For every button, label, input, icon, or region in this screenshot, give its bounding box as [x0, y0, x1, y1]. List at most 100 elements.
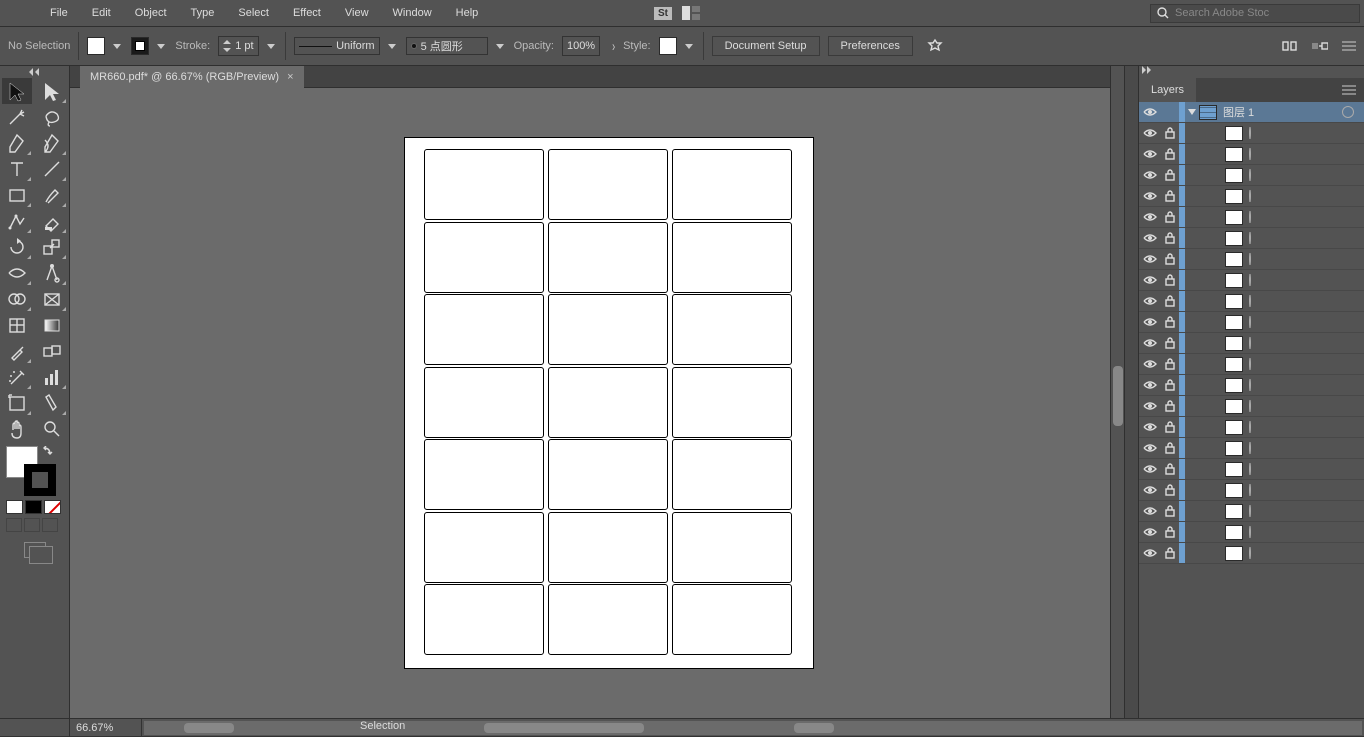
sublayer-row[interactable]	[1139, 396, 1364, 417]
target-icon[interactable]	[1249, 526, 1251, 538]
sublayer-name[interactable]	[1249, 463, 1261, 475]
sublayer-row[interactable]	[1139, 312, 1364, 333]
document-setup-button[interactable]: Document Setup	[712, 36, 820, 56]
lock-icon[interactable]	[1164, 442, 1176, 454]
menu-view[interactable]: View	[333, 0, 381, 26]
sublayer-row[interactable]	[1139, 291, 1364, 312]
visibility-icon[interactable]	[1143, 169, 1157, 181]
shape-builder-tool[interactable]	[2, 286, 32, 312]
layers-tab[interactable]: Layers	[1139, 78, 1196, 102]
label-cell[interactable]	[424, 439, 544, 510]
visibility-icon[interactable]	[1143, 190, 1157, 202]
brush-definition[interactable]: 5 点圆形	[406, 37, 488, 55]
lock-icon[interactable]	[1164, 547, 1176, 559]
sublayer-name[interactable]	[1249, 400, 1261, 412]
visibility-icon[interactable]	[1143, 295, 1157, 307]
lock-icon[interactable]	[1164, 505, 1176, 517]
paintbrush-tool[interactable]	[37, 182, 67, 208]
sublayer-row[interactable]	[1139, 333, 1364, 354]
sublayer-name[interactable]	[1249, 316, 1261, 328]
label-cell[interactable]	[672, 294, 792, 365]
lock-icon[interactable]	[1164, 190, 1176, 202]
type-tool[interactable]	[2, 156, 32, 182]
vscroll-thumb[interactable]	[1113, 366, 1123, 426]
lock-icon[interactable]	[1164, 400, 1176, 412]
right-dock-collapsed[interactable]	[1124, 66, 1138, 718]
pin-icon[interactable]	[927, 38, 943, 54]
chevron-down-icon[interactable]	[1185, 107, 1199, 117]
visibility-icon[interactable]	[1143, 379, 1157, 391]
graphic-style-swatch[interactable]	[659, 37, 677, 55]
lock-icon[interactable]	[1164, 232, 1176, 244]
sublayer-row[interactable]	[1139, 417, 1364, 438]
toolbox-collapse-icon[interactable]	[0, 66, 69, 78]
visibility-icon[interactable]	[1143, 232, 1157, 244]
sublayer-row[interactable]	[1139, 354, 1364, 375]
menu-effect[interactable]: Effect	[281, 0, 333, 26]
target-icon[interactable]	[1249, 274, 1251, 286]
target-icon[interactable]	[1249, 421, 1251, 433]
visibility-icon[interactable]	[1143, 274, 1157, 286]
visibility-icon[interactable]	[1143, 484, 1157, 496]
panel-menu-icon[interactable]	[1342, 40, 1356, 52]
zoom-tool[interactable]	[37, 416, 67, 442]
sublayer-row[interactable]	[1139, 438, 1364, 459]
vertical-scrollbar[interactable]	[1110, 66, 1124, 718]
lock-icon[interactable]	[1164, 526, 1176, 538]
swap-fill-stroke-icon[interactable]	[42, 446, 54, 458]
slice-tool[interactable]	[37, 390, 67, 416]
visibility-icon[interactable]	[1143, 463, 1157, 475]
target-icon[interactable]	[1249, 463, 1251, 475]
label-cell[interactable]	[548, 294, 668, 365]
mesh-tool[interactable]	[2, 312, 32, 338]
hand-tool[interactable]	[2, 416, 32, 442]
eyedropper-tool[interactable]	[2, 338, 32, 364]
lock-icon[interactable]	[1164, 274, 1176, 286]
width-tool[interactable]	[2, 260, 32, 286]
label-cell[interactable]	[548, 222, 668, 293]
visibility-icon[interactable]	[1143, 505, 1157, 517]
layer-row-top[interactable]: 图层 1	[1139, 102, 1364, 123]
target-icon[interactable]	[1249, 211, 1251, 223]
variable-width-profile[interactable]: Uniform	[294, 37, 380, 55]
sublayer-row[interactable]	[1139, 165, 1364, 186]
sublayer-name[interactable]	[1249, 295, 1261, 307]
free-transform-tool[interactable]	[37, 260, 67, 286]
hscroll-thumb-1[interactable]	[184, 723, 234, 733]
target-icon[interactable]	[1249, 337, 1251, 349]
label-cell[interactable]	[548, 367, 668, 438]
screen-mode-icon[interactable]	[24, 542, 46, 558]
curvature-tool[interactable]	[37, 130, 67, 156]
visibility-icon[interactable]	[1143, 127, 1157, 139]
sublayer-row[interactable]	[1139, 249, 1364, 270]
menu-type[interactable]: Type	[179, 0, 227, 26]
lock-icon[interactable]	[1164, 295, 1176, 307]
target-icon[interactable]	[1342, 106, 1354, 118]
visibility-icon[interactable]	[1143, 337, 1157, 349]
panel-collapse-icon[interactable]	[1139, 66, 1364, 78]
target-icon[interactable]	[1249, 295, 1251, 307]
rectangle-tool[interactable]	[2, 182, 32, 208]
visibility-icon[interactable]	[1143, 316, 1157, 328]
fill-swatch[interactable]	[87, 37, 105, 55]
sublayer-name[interactable]	[1249, 211, 1261, 223]
label-cell[interactable]	[672, 222, 792, 293]
label-cell[interactable]	[548, 149, 668, 220]
perspective-tool[interactable]	[37, 286, 67, 312]
gradient-tool[interactable]	[37, 312, 67, 338]
preferences-button[interactable]: Preferences	[828, 36, 913, 56]
lasso-tool[interactable]	[37, 104, 67, 130]
menu-help[interactable]: Help	[444, 0, 491, 26]
scale-tool[interactable]	[37, 234, 67, 260]
target-icon[interactable]	[1249, 547, 1251, 559]
rotate-tool[interactable]	[2, 234, 32, 260]
horizontal-scrollbar[interactable]	[144, 721, 1362, 735]
lock-icon[interactable]	[1164, 253, 1176, 265]
sublayer-name[interactable]	[1249, 274, 1261, 286]
menu-object[interactable]: Object	[123, 0, 179, 26]
fill-stroke-controls[interactable]	[0, 442, 69, 514]
none-mode[interactable]	[44, 500, 61, 514]
label-cell[interactable]	[548, 584, 668, 655]
label-cell[interactable]	[424, 149, 544, 220]
lock-icon[interactable]	[1164, 421, 1176, 433]
